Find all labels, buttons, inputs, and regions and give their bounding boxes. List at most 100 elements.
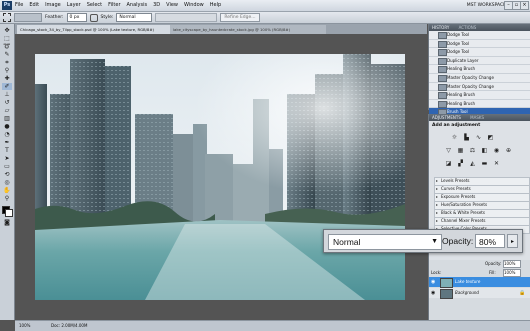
style-select[interactable]: Normal (116, 13, 153, 22)
menu-image[interactable]: Image (42, 0, 64, 11)
layer-name: Lake texture (455, 279, 481, 284)
healing-brush-tool-icon[interactable]: ✚ (2, 75, 12, 82)
history-step-icon (438, 57, 447, 65)
move-tool-icon[interactable]: ✥ (2, 27, 12, 34)
blur-tool-icon[interactable]: ● (2, 123, 12, 130)
invert-icon[interactable]: ◪ (445, 160, 452, 167)
color-balance-icon[interactable]: ⚖ (469, 147, 476, 154)
history-item[interactable]: Healing Brush (429, 65, 530, 74)
tab-history[interactable]: HISTORY (432, 25, 449, 30)
zoom-tool-icon[interactable]: ⚲ (2, 195, 12, 202)
dodge-tool-icon[interactable]: ◔ (2, 131, 12, 138)
channel-mixer-icon[interactable]: ⊕ (505, 147, 512, 154)
posterize-icon[interactable]: ▞ (457, 160, 464, 167)
layer-row-background[interactable]: ◉ Background 🔒 (429, 288, 530, 299)
path-select-tool-icon[interactable]: ➤ (2, 155, 12, 162)
eyedropper-tool-icon[interactable]: ⚲ (2, 67, 12, 74)
gradient-tool-icon[interactable]: ▥ (2, 115, 12, 122)
tab-chicago-document[interactable]: Chicago_stock_34_by_Tilpp_stock.psd @ 10… (17, 25, 173, 34)
marquee-tool-icon[interactable]: ⬚ (2, 35, 12, 42)
quick-mask-icon[interactable]: ◙ (2, 219, 12, 226)
history-panel-header: HISTORY ACTIONS (429, 24, 530, 31)
width-height-fields[interactable] (155, 13, 218, 22)
3d-rotate-tool-icon[interactable]: ⟲ (2, 171, 12, 178)
brightness-icon[interactable]: ☼ (451, 134, 458, 141)
history-step-icon (438, 49, 447, 57)
hand-tool-icon[interactable]: ✋ (2, 187, 12, 194)
history-panel: HISTORY ACTIONS Dodge Tool Dodge Tool Do… (428, 24, 530, 117)
anti-alias-checkbox[interactable] (89, 13, 98, 22)
refine-edge-button[interactable]: Refine Edge... (220, 13, 260, 22)
black-white-icon[interactable]: ◧ (481, 147, 488, 154)
pen-tool-icon[interactable]: ✒ (2, 139, 12, 146)
menu-window[interactable]: Window (181, 0, 207, 11)
tab-lake-cityscape-document[interactable]: lake_cityscape_by_hauntedcrate_stock.jpg… (170, 25, 326, 34)
eraser-tool-icon[interactable]: ▱ (2, 107, 12, 114)
quick-select-tool-icon[interactable]: ✎ (2, 51, 12, 58)
menu-analysis[interactable]: Analysis (124, 0, 151, 11)
background-color-swatch[interactable] (5, 209, 13, 217)
history-brush-tool-icon[interactable]: ↺ (2, 99, 12, 106)
history-item[interactable]: Dodge Tool (429, 40, 530, 49)
exposure-icon[interactable]: ◩ (487, 134, 494, 141)
gradient-map-icon[interactable]: ▬ (481, 160, 488, 167)
menu-select[interactable]: Select (84, 0, 105, 11)
marquee-tool-icon[interactable] (3, 13, 11, 22)
history-item[interactable]: Healing Brush (429, 100, 530, 109)
hue-saturation-icon[interactable]: ▦ (457, 147, 464, 154)
menu-file[interactable]: File (12, 0, 26, 11)
3d-camera-tool-icon[interactable]: ◎ (2, 179, 12, 186)
menu-edit[interactable]: Edit (26, 0, 42, 11)
photo-filter-icon[interactable]: ◉ (493, 147, 500, 154)
selective-color-icon[interactable]: ✕ (493, 160, 500, 167)
threshold-icon[interactable]: ◭ (469, 160, 476, 167)
layer-row-lake-texture[interactable]: ◉ Lake texture (429, 277, 530, 288)
menu-filter[interactable]: Filter (105, 0, 123, 11)
history-item[interactable]: Healing Brush (429, 91, 530, 100)
opacity-label: Opacity: (442, 236, 474, 246)
visibility-eye-icon[interactable]: ◉ (431, 288, 435, 298)
shape-tool-icon[interactable]: ▭ (2, 163, 12, 170)
menu-layer[interactable]: Layer (64, 0, 84, 11)
brush-tool-icon[interactable]: ✐ (2, 83, 12, 90)
document-canvas[interactable] (35, 54, 405, 300)
blend-mode-select[interactable]: Normal ▼ (328, 234, 442, 250)
tools-panel: ✥ ⬚ ➰ ✎ ⌗ ⚲ ✚ ✐ ⊥ ↺ ▱ ▥ ● ◔ ✒ T ➤ ▭ ⟲ ◎ … (0, 24, 15, 320)
history-step-icon (438, 74, 447, 82)
fill-input[interactable]: 100% (503, 269, 521, 277)
feather-input[interactable]: 0 px (66, 13, 87, 22)
menu-bar: Ps File Edit Image Layer Select Filter A… (0, 0, 530, 12)
levels-icon[interactable]: ▙ (463, 134, 470, 141)
history-item[interactable]: Dodge Tool (429, 31, 530, 40)
dropdown-arrow-icon: ▼ (431, 238, 438, 245)
curves-icon[interactable]: ∿ (475, 134, 482, 141)
menu-help[interactable]: Help (207, 0, 224, 11)
close-button[interactable]: × (520, 1, 529, 10)
tab-actions[interactable]: ACTIONS (459, 25, 477, 30)
menu-view[interactable]: View (163, 0, 181, 11)
tab-adjustments[interactable]: ADJUSTMENTS (432, 115, 461, 120)
photoshop-logo: Ps (2, 1, 12, 10)
selection-mode-buttons[interactable] (14, 13, 42, 22)
visibility-eye-icon[interactable]: ◉ (431, 277, 435, 287)
layer-opacity-input[interactable]: 100% (503, 260, 521, 268)
history-item[interactable]: Master Opacity Change (429, 74, 530, 83)
layer-name: Background (455, 290, 479, 295)
clone-stamp-tool-icon[interactable]: ⊥ (2, 91, 12, 98)
history-item[interactable]: Duplicate Layer (429, 57, 530, 66)
lasso-tool-icon[interactable]: ➰ (2, 43, 12, 50)
cityscape-photo (35, 54, 405, 300)
workspace-switcher[interactable]: MST WORKSPACE (467, 0, 506, 11)
fill-label: Fill: (489, 270, 496, 275)
history-item[interactable]: Master Opacity Change (429, 83, 530, 92)
opacity-input[interactable]: 80% (475, 234, 505, 248)
history-step-icon (438, 40, 447, 48)
history-item[interactable]: Dodge Tool (429, 48, 530, 57)
vibrance-icon[interactable]: ▽ (445, 147, 452, 154)
tab-masks[interactable]: MASKS (470, 115, 484, 120)
opacity-slider-button[interactable]: ▸ (507, 234, 518, 248)
menu-3d[interactable]: 3D (150, 0, 163, 11)
feather-label: Feather: (45, 15, 64, 20)
type-tool-icon[interactable]: T (2, 147, 12, 154)
crop-tool-icon[interactable]: ⌗ (2, 59, 12, 66)
